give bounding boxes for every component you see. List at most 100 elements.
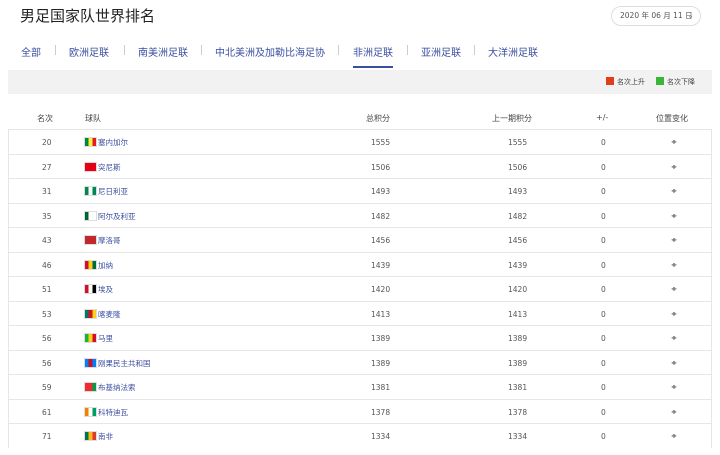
flag-icon	[84, 161, 97, 172]
date-value: 2020 年 06 月 11 日	[620, 11, 693, 20]
tab-conmebol[interactable]: 南美洲足联	[138, 44, 188, 59]
team-link[interactable]: 摩洛哥	[84, 235, 121, 246]
prev-points-cell: 1420	[508, 285, 528, 294]
rank-cell: 20	[42, 138, 52, 147]
rank-up-swatch	[606, 77, 614, 85]
team-name: 南非	[98, 432, 113, 441]
points-cell: 1456	[371, 236, 391, 245]
tab-caf[interactable]: 非洲足联	[353, 44, 393, 59]
rank-cell: 56	[42, 358, 52, 368]
date-selector[interactable]: 2020 年 06 月 11 日 ⌄	[611, 6, 701, 26]
team-link[interactable]: 布基纳法索	[84, 382, 136, 393]
team-link[interactable]: 阿尔及利亚	[84, 210, 136, 222]
team-link[interactable]: 加纳	[84, 259, 113, 271]
team-link[interactable]: 喀麦隆	[84, 308, 121, 320]
team-link[interactable]: 埃及	[84, 284, 113, 295]
rank-cell: 53	[42, 309, 52, 319]
diff-cell: 0	[601, 407, 606, 417]
position-change-icon: ◂▸	[671, 357, 677, 367]
rank-cell: 27	[42, 162, 52, 172]
tab-divider	[474, 45, 475, 55]
table-row: 20 塞内加尔 1555 1555 0 ◂▸	[8, 129, 712, 154]
team-link[interactable]: 塞内加尔	[84, 137, 128, 148]
points-cell: 1439	[371, 260, 391, 270]
points-cell: 1381	[371, 383, 391, 392]
team-name: 突尼斯	[98, 162, 121, 172]
prev-points-cell: 1456	[508, 236, 528, 245]
flag-icon	[84, 186, 97, 196]
diff-cell: 0	[601, 187, 606, 196]
col-prev-points: 上一期积分	[492, 114, 532, 123]
position-change-icon: ◂▸	[671, 308, 677, 318]
diff-cell: 0	[601, 309, 606, 319]
flag-icon	[84, 357, 97, 368]
position-change-icon: ◂▸	[671, 235, 677, 244]
points-cell: 1420	[371, 285, 391, 294]
col-change: 位置变化	[656, 114, 688, 123]
team-link[interactable]: 突尼斯	[84, 161, 121, 173]
points-cell: 1378	[371, 407, 391, 417]
flag-icon	[84, 235, 97, 245]
rank-cell: 59	[42, 383, 52, 392]
team-name: 马里	[98, 334, 113, 343]
col-points: 总积分	[366, 114, 390, 123]
diff-cell: 0	[601, 285, 606, 294]
rank-cell: 56	[42, 334, 52, 343]
position-change-icon: ◂▸	[671, 186, 677, 195]
position-change-icon: ◂▸	[671, 137, 677, 146]
position-change-icon: ◂▸	[671, 406, 677, 416]
team-link[interactable]: 马里	[84, 333, 113, 344]
prev-points-cell: 1506	[508, 162, 528, 172]
tab-all[interactable]: 全部	[21, 44, 41, 59]
table-row: 27 突尼斯 1506 1506 0 ◂▸	[8, 153, 712, 178]
points-cell: 1413	[371, 309, 391, 319]
position-change-icon: ◂▸	[671, 210, 677, 220]
tab-concacaf[interactable]: 中北美洲及加勒比海足协	[215, 44, 325, 59]
flag-icon	[84, 431, 97, 441]
flag-icon	[84, 210, 97, 221]
diff-cell: 0	[601, 260, 606, 270]
prev-points-cell: 1413	[508, 309, 528, 319]
table-row: 51 埃及 1420 1420 0 ◂▸	[8, 276, 712, 301]
tab-divider	[338, 45, 339, 55]
prev-points-cell: 1378	[508, 407, 528, 417]
position-change-icon: ◂▸	[671, 333, 677, 342]
diff-cell: 0	[601, 334, 606, 343]
active-tab-indicator	[353, 66, 393, 68]
team-name: 布基纳法索	[98, 383, 136, 392]
position-change-icon: ◂▸	[671, 284, 677, 293]
table-header: 名次 球队 总积分 上一期积分 +/- 位置变化	[8, 108, 712, 128]
position-change-icon: ◂▸	[671, 431, 677, 440]
tab-ofc[interactable]: 大洋洲足联	[488, 44, 538, 59]
legend-bar: 名次上升 名次下降	[8, 70, 712, 94]
diff-cell: 0	[601, 138, 606, 147]
diff-cell: 0	[601, 432, 606, 441]
rank-cell: 35	[42, 211, 52, 221]
team-link[interactable]: 南非	[84, 431, 113, 442]
table-row: 43 摩洛哥 1456 1456 0 ◂▸	[8, 227, 712, 252]
points-cell: 1389	[371, 334, 391, 343]
tab-divider	[55, 45, 56, 55]
prev-points-cell: 1493	[508, 187, 528, 196]
flag-icon	[84, 406, 97, 417]
flag-icon	[84, 259, 97, 270]
points-cell: 1334	[371, 432, 391, 441]
rank-cell: 31	[42, 187, 52, 196]
confederation-tabs: 全部 欧洲足联 南美洲足联 中北美洲及加勒比海足协 非洲足联 亚洲足联 大洋洲足…	[0, 34, 720, 68]
tab-uefa[interactable]: 欧洲足联	[69, 44, 109, 59]
tab-afc[interactable]: 亚洲足联	[421, 44, 461, 59]
team-link[interactable]: 尼日利亚	[84, 186, 128, 197]
team-name: 摩洛哥	[98, 236, 121, 245]
team-link[interactable]: 科特迪瓦	[84, 406, 128, 418]
rank-cell: 61	[42, 407, 52, 417]
rank-cell: 43	[42, 236, 52, 245]
points-cell: 1506	[371, 162, 391, 172]
team-name: 科特迪瓦	[98, 407, 128, 417]
table-row: 56 马里 1389 1389 0 ◂▸	[8, 325, 712, 350]
rank-cell: 46	[42, 260, 52, 270]
points-cell: 1389	[371, 358, 391, 368]
team-name: 加纳	[98, 260, 113, 270]
prev-points-cell: 1439	[508, 260, 528, 270]
team-link[interactable]: 刚果民主共和国	[84, 357, 151, 369]
ranking-table: 20 塞内加尔 1555 1555 0 ◂▸ 27 突尼斯 1506 1506 0 ◂▸ 31 尼日利亚 1…	[8, 129, 712, 448]
